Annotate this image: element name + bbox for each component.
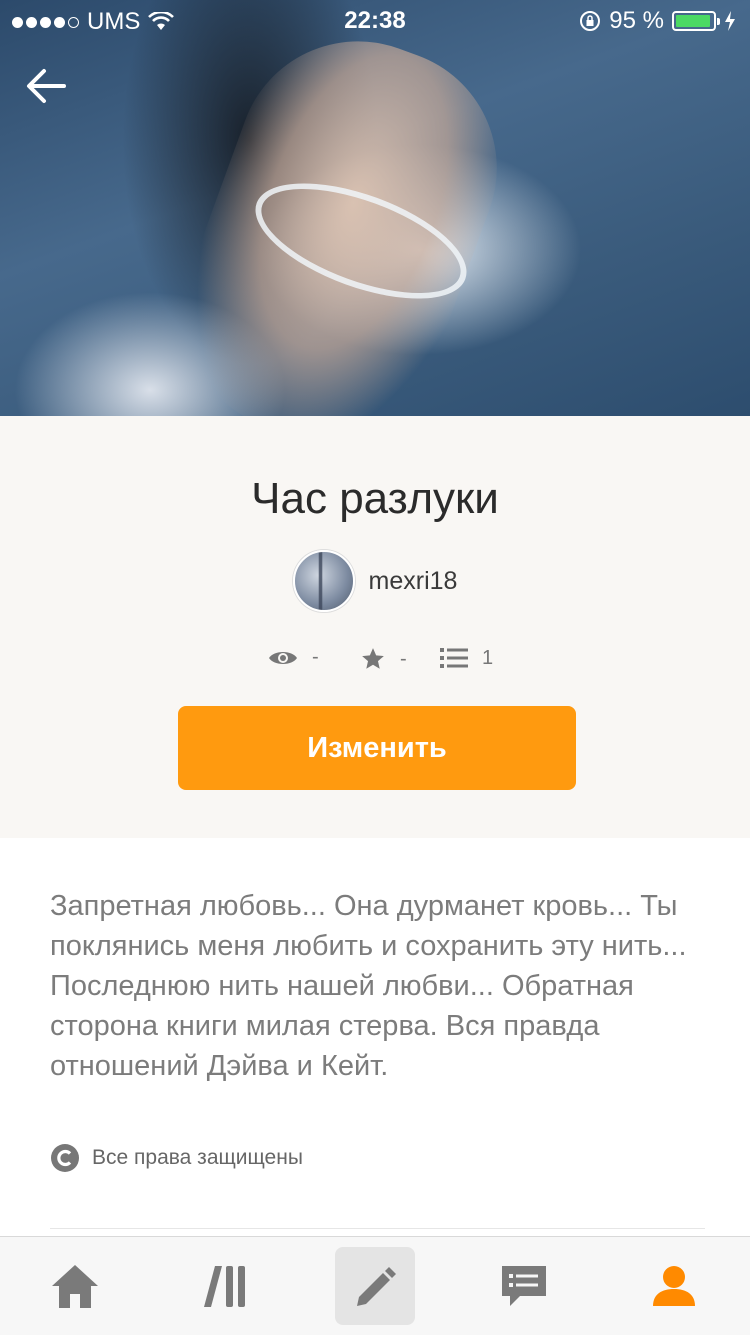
author-link[interactable]: mexri18 <box>0 550 750 612</box>
parts-stat: 1 <box>440 646 493 670</box>
tab-write[interactable] <box>335 1247 415 1325</box>
edit-button[interactable]: Изменить <box>178 706 576 790</box>
author-name[interactable]: mexri18 <box>369 567 458 596</box>
battery-icon <box>672 11 720 31</box>
views-stat: - <box>268 646 319 669</box>
status-bar: UMS 22:38 95 % <box>0 0 750 40</box>
eye-icon <box>269 651 297 664</box>
story-info-panel: Час разлуки mexri18 - - 1 Изменить <box>0 416 750 838</box>
chat-icon <box>502 1266 546 1306</box>
arrow-left-icon <box>27 69 66 103</box>
parts-count: 1 <box>482 646 494 669</box>
pencil-icon <box>357 1267 396 1306</box>
charging-icon <box>725 11 735 31</box>
cover-image <box>0 0 750 416</box>
author-avatar[interactable] <box>292 550 355 612</box>
tab-messages[interactable] <box>484 1247 564 1325</box>
tab-bar <box>0 1236 750 1335</box>
list-icon <box>440 648 468 668</box>
views-count: - <box>312 646 319 668</box>
star-icon <box>362 648 384 669</box>
library-icon <box>204 1266 245 1307</box>
battery-percent: 95 % <box>609 7 664 34</box>
profile-icon <box>653 1266 695 1306</box>
rotation-lock-icon <box>580 11 601 31</box>
story-description: Запретная любовь... Она дурманет кровь..… <box>50 890 687 1082</box>
tab-library[interactable] <box>185 1247 265 1325</box>
status-right: 95 % <box>579 7 736 35</box>
votes-stat: - <box>360 646 407 672</box>
story-stats: - - 1 <box>0 646 750 676</box>
home-icon <box>52 1265 98 1308</box>
tab-home[interactable] <box>35 1247 115 1325</box>
story-title: Час разлуки <box>251 474 499 523</box>
copyright-notice: Все права защищены <box>50 1143 303 1173</box>
divider <box>50 1228 705 1229</box>
copyright-text: Все права защищены <box>92 1146 303 1169</box>
back-button[interactable] <box>22 62 70 110</box>
votes-count: - <box>400 647 407 670</box>
tab-profile[interactable] <box>634 1247 714 1325</box>
copyright-icon <box>51 1144 79 1172</box>
